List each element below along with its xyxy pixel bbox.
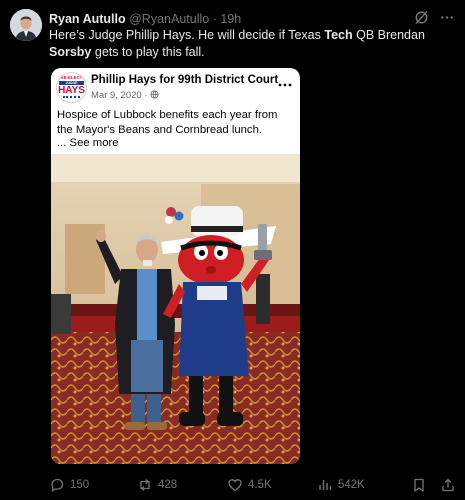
like-count: 4.5K: [248, 479, 272, 491]
share-icon: [440, 477, 456, 493]
tweet-text-part: gets to play this fall.: [91, 45, 205, 59]
tweet[interactable]: Ryan Autullo @RyanAutullo · 19h Here’s J…: [0, 0, 465, 500]
like-button[interactable]: 4.5K: [227, 475, 272, 495]
logo-stars: [63, 96, 80, 100]
campaign-logo[interactable]: RE-ELECT JUDGE PHILLIP HAYS: [56, 72, 87, 103]
post-date: Mar 9, 2020 ·: [91, 90, 159, 101]
logo-main-text: HAYS: [58, 85, 85, 96]
post-text: Hospice of Lubbock benefits each year fr…: [57, 109, 278, 136]
tweet-timestamp[interactable]: 19h: [220, 12, 241, 26]
globe-icon: [150, 90, 159, 99]
views-icon: [317, 477, 333, 493]
view-count: 542K: [338, 479, 365, 491]
views-button[interactable]: 542K: [317, 475, 365, 495]
repost-button[interactable]: 428: [137, 475, 177, 495]
post-more-icon[interactable]: [278, 75, 292, 93]
like-icon: [227, 477, 243, 493]
repost-icon: [137, 477, 153, 493]
logo-top-text: RE-ELECT: [60, 75, 83, 80]
author-name[interactable]: Ryan Autullo: [49, 12, 126, 26]
tweet-header: Ryan Autullo @RyanAutullo · 19h: [49, 10, 455, 28]
tweet-text-bold: Sorsby: [49, 45, 92, 59]
author-handle[interactable]: @RyanAutullo: [129, 12, 209, 26]
tweet-actions: 150 428 4.5K 542K: [49, 475, 455, 495]
tweet-text-part: Here’s Judge Phillip Hays. He will decid…: [49, 28, 325, 42]
tweet-text-bold: Tech: [324, 28, 353, 42]
post-photo[interactable]: [51, 154, 300, 464]
reply-icon: [49, 477, 65, 493]
post-date-text: Mar 9, 2020 ·: [91, 90, 148, 101]
bookmark-button[interactable]: [411, 475, 427, 495]
more-icon[interactable]: [439, 10, 455, 25]
page-name[interactable]: Phillip Hays for 99th District Court: [91, 74, 278, 86]
reply-count: 150: [70, 479, 90, 491]
repost-count: 428: [158, 479, 178, 491]
tweet-text: Here’s Judge Phillip Hays. He will decid…: [49, 27, 449, 61]
tweet-text-part: QB Brendan: [352, 28, 425, 42]
avatar-image: [10, 9, 42, 41]
reply-button[interactable]: 150: [49, 475, 89, 495]
bookmark-icon: [411, 477, 427, 493]
avatar[interactable]: [10, 9, 42, 41]
grok-icon[interactable]: [414, 10, 429, 25]
separator-dot: ·: [212, 12, 217, 26]
see-more-link[interactable]: ... See more: [57, 137, 119, 149]
share-button[interactable]: [440, 475, 456, 495]
quoted-post-card[interactable]: RE-ELECT JUDGE PHILLIP HAYS Phillip Hays…: [51, 68, 300, 464]
